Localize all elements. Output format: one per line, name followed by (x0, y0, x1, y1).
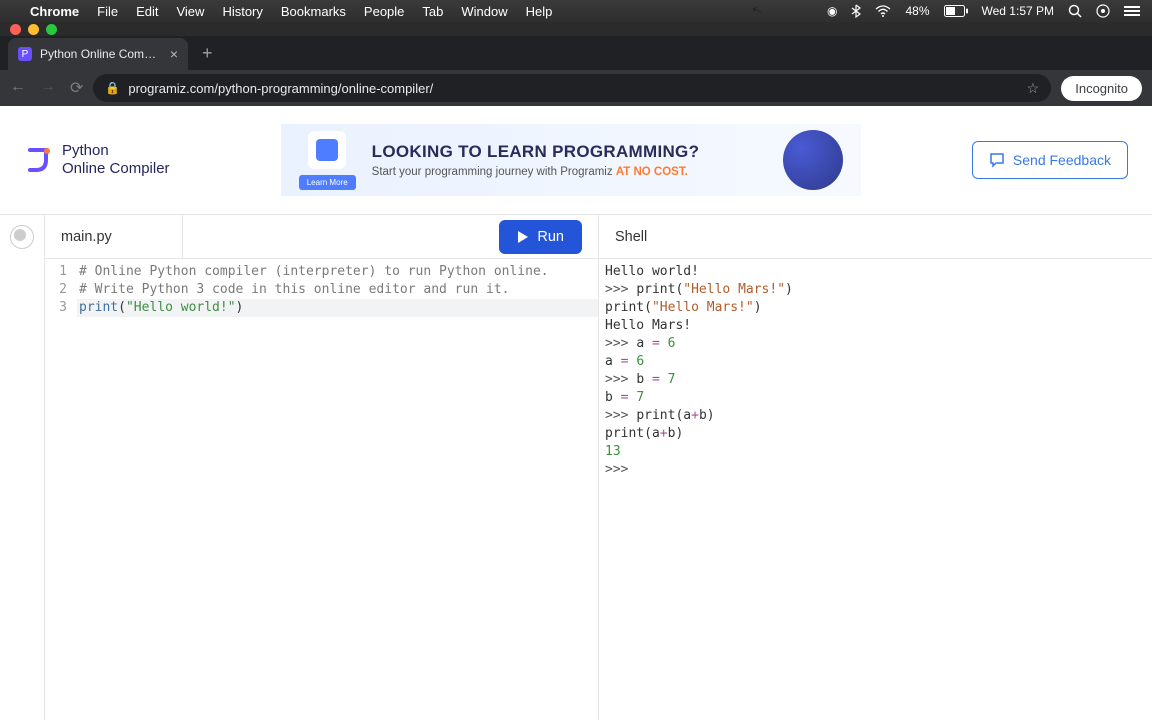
run-button[interactable]: Run (499, 220, 582, 254)
app-name[interactable]: Chrome (30, 4, 79, 19)
code-line: # Online Python compiler (interpreter) t… (77, 263, 598, 281)
lock-icon: 🔒 (105, 81, 120, 95)
file-tab[interactable]: main.py (61, 215, 183, 258)
address-bar[interactable]: 🔒 programiz.com/python-programming/onlin… (93, 74, 1051, 102)
logo-text-line2: Online Compiler (62, 160, 170, 178)
menu-window[interactable]: Window (461, 4, 507, 19)
macos-menubar: Chrome File Edit View History Bookmarks … (0, 0, 1152, 22)
line-gutter: 1 2 3 (45, 263, 77, 720)
shell-pane: Shell Hello world! >>> print("Hello Mars… (599, 215, 1152, 720)
site-logo[interactable]: Python Online Compiler (24, 142, 170, 178)
promo-banner[interactable]: Learn More LOOKING TO LEARN PROGRAMMING?… (188, 124, 954, 196)
control-center-icon[interactable] (1124, 5, 1140, 17)
logo-text-line1: Python (62, 142, 170, 160)
menu-view[interactable]: View (176, 4, 204, 19)
window-minimize-button[interactable] (28, 24, 39, 35)
battery-percent: 48% (905, 4, 929, 18)
menu-tab[interactable]: Tab (422, 4, 443, 19)
menu-help[interactable]: Help (526, 4, 553, 19)
bluetooth-icon[interactable] (851, 4, 861, 18)
shell-title: Shell (615, 229, 647, 245)
ide-container: main.py Run 1 2 3 # Online Python compil… (0, 214, 1152, 720)
screen-record-icon[interactable]: ◉ (827, 4, 837, 18)
siri-icon[interactable] (1096, 4, 1110, 18)
shell-pane-header: Shell (599, 215, 1152, 259)
page-header: Python Online Compiler Learn More LOOKIN… (0, 106, 1152, 214)
banner-app-icon (308, 131, 346, 169)
logo-mark-icon (24, 146, 52, 174)
wifi-icon[interactable] (875, 5, 891, 17)
browser-toolbar: ← → ⟳ 🔒 programiz.com/python-programming… (0, 70, 1152, 106)
banner-illustration-icon (783, 130, 843, 190)
banner-learn-more-button[interactable]: Learn More (299, 175, 356, 190)
banner-subtext: Start your programming journey with Prog… (372, 166, 700, 178)
send-feedback-button[interactable]: Send Feedback (972, 141, 1128, 179)
browser-tab[interactable]: P Python Online Compiler (Interp × (8, 38, 188, 70)
clock[interactable]: Wed 1:57 PM (982, 4, 1054, 18)
tab-title: Python Online Compiler (Interp (40, 47, 162, 61)
theme-toggle-button[interactable] (10, 225, 34, 249)
menu-edit[interactable]: Edit (136, 4, 158, 19)
back-button[interactable]: ← (10, 78, 26, 98)
browser-tabstrip: P Python Online Compiler (Interp × + (0, 36, 1152, 70)
window-zoom-button[interactable] (46, 24, 57, 35)
incognito-badge: Incognito (1061, 76, 1142, 101)
shell-output[interactable]: Hello world! >>> print("Hello Mars!") pr… (599, 259, 1152, 720)
bookmark-star-icon[interactable]: ☆ (1027, 80, 1040, 97)
banner-heading: LOOKING TO LEARN PROGRAMMING? (372, 142, 700, 162)
reload-button[interactable]: ⟳ (70, 78, 83, 98)
url-text: programiz.com/python-programming/online-… (128, 81, 433, 96)
editor-pane-header: main.py Run (45, 215, 598, 259)
window-chrome (0, 22, 1152, 36)
page-content: Python Online Compiler Learn More LOOKIN… (0, 106, 1152, 720)
editor-pane: main.py Run 1 2 3 # Online Python compil… (45, 215, 599, 720)
code-line: # Write Python 3 code in this online edi… (77, 281, 598, 299)
code-line: print("Hello world!") (77, 299, 598, 317)
menu-file[interactable]: File (97, 4, 118, 19)
tab-close-button[interactable]: × (170, 46, 178, 62)
forward-button[interactable]: → (40, 78, 56, 98)
chat-icon (989, 152, 1005, 168)
menu-bookmarks[interactable]: Bookmarks (281, 4, 346, 19)
new-tab-button[interactable]: + (202, 43, 213, 64)
ide-sidebar (0, 215, 45, 720)
tab-favicon-icon: P (18, 47, 32, 61)
battery-icon[interactable] (944, 5, 968, 17)
spotlight-icon[interactable] (1068, 4, 1082, 18)
window-close-button[interactable] (10, 24, 21, 35)
menu-history[interactable]: History (222, 4, 262, 19)
play-icon (517, 230, 529, 244)
menu-people[interactable]: People (364, 4, 404, 19)
code-editor[interactable]: 1 2 3 # Online Python compiler (interpre… (45, 259, 598, 720)
